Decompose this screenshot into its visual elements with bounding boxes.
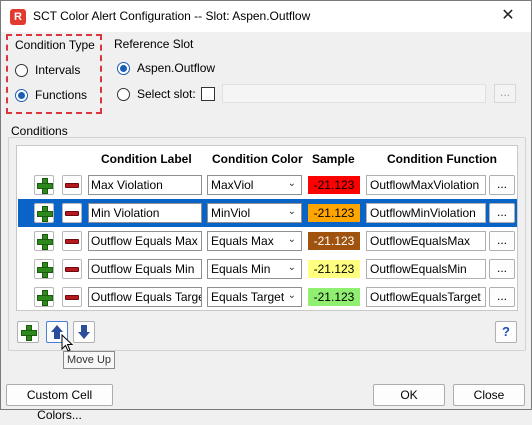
table-row[interactable]: Outflow Equals Max Equals Max ⌄ -21.123 O… [18, 227, 517, 255]
plus-icon [37, 178, 53, 194]
plus-icon [21, 325, 37, 341]
select-slot-browse-button[interactable]: ... [494, 84, 516, 103]
condition-color-select[interactable]: Equals Max ⌄ [207, 231, 302, 251]
condition-color-select[interactable]: MinViol ⌄ [207, 203, 302, 223]
minus-icon [65, 239, 79, 244]
plus-icon [37, 262, 53, 278]
radio-select-slot-label: Select slot: [137, 87, 196, 101]
condition-color-value: Equals Max [211, 234, 274, 248]
condition-color-select[interactable]: Equals Target ⌄ [207, 287, 302, 307]
condition-color-value: MinViol [211, 206, 251, 220]
table-row[interactable]: Outflow Equals Min Equals Min ⌄ -21.123 O… [18, 255, 517, 283]
chevron-down-icon: ⌄ [287, 206, 296, 217]
condition-function-field[interactable]: OutflowMaxViolation [366, 175, 486, 195]
add-condition-button[interactable] [17, 321, 39, 343]
radio-slot-aspen-circle[interactable] [117, 61, 130, 75]
close-button[interactable]: Close [453, 384, 525, 406]
title-bar: R SCT Color Alert Configuration -- Slot:… [1, 1, 531, 32]
function-browse-button[interactable]: ... [489, 287, 515, 307]
add-row-button[interactable] [34, 259, 54, 279]
condition-label-input[interactable]: Max Violation [88, 175, 202, 195]
sample-swatch: -21.123 [308, 204, 360, 222]
delete-row-button[interactable] [62, 203, 82, 223]
radio-functions-circle[interactable] [15, 88, 28, 102]
condition-label-input[interactable]: Outflow Equals Max [88, 231, 202, 251]
table-row[interactable]: Max Violation MaxViol ⌄ -21.123 OutflowMa… [18, 171, 517, 199]
plus-icon [37, 234, 53, 250]
radio-intervals-circle[interactable] [15, 63, 28, 77]
radio-slot-aspen-label: Aspen.Outflow [137, 61, 216, 75]
plus-icon [37, 290, 53, 306]
condition-label-input[interactable]: Outflow Equals Target [88, 287, 202, 307]
condition-color-select[interactable]: MaxViol ⌄ [207, 175, 302, 195]
plus-icon [37, 206, 53, 222]
minus-icon [65, 183, 79, 188]
condition-type-label: Condition Type [15, 38, 95, 52]
condition-color-value: MaxViol [211, 178, 254, 192]
delete-row-button[interactable] [62, 231, 82, 251]
radio-intervals[interactable]: Intervals [15, 63, 80, 77]
slot-chooser-box[interactable] [200, 87, 215, 101]
condition-function-field[interactable]: OutflowEqualsTarget [366, 287, 486, 307]
radio-intervals-label: Intervals [35, 63, 81, 77]
radio-select-slot-circle[interactable] [117, 87, 130, 101]
minus-icon [65, 267, 79, 272]
condition-function-field[interactable]: OutflowEqualsMax [366, 231, 486, 251]
add-row-button[interactable] [34, 287, 54, 307]
chevron-down-icon: ⌄ [287, 290, 296, 301]
add-row-button[interactable] [34, 203, 54, 223]
minus-icon [65, 211, 79, 216]
function-browse-button[interactable]: ... [489, 231, 515, 251]
sample-swatch: -21.123 [308, 176, 360, 194]
chevron-down-icon: ⌄ [287, 234, 296, 245]
dialog-window: R SCT Color Alert Configuration -- Slot:… [0, 0, 532, 422]
selected-slot-field[interactable] [222, 84, 486, 103]
app-icon: R [10, 9, 26, 25]
condition-color-value: Equals Target [211, 290, 285, 304]
delete-row-button[interactable] [62, 287, 82, 307]
arrow-down-icon [78, 325, 90, 339]
function-browse-button[interactable]: ... [489, 259, 515, 279]
col-header-sample: Sample [312, 152, 355, 166]
chevron-down-icon: ⌄ [287, 178, 296, 189]
radio-functions[interactable]: Functions [15, 88, 87, 102]
col-header-color: Condition Color [212, 152, 303, 166]
window-title: SCT Color Alert Configuration -- Slot: A… [33, 9, 311, 23]
condition-label-input[interactable]: Outflow Equals Min [88, 259, 202, 279]
col-header-label: Condition Label [101, 152, 192, 166]
condition-function-field[interactable]: OutflowMinViolation [366, 203, 486, 223]
radio-select-slot[interactable]: Select slot: [117, 87, 215, 101]
tooltip: Move Up [63, 351, 115, 369]
sample-swatch: -21.123 [308, 288, 360, 306]
move-down-button[interactable] [73, 321, 95, 343]
help-button[interactable]: ? [495, 321, 517, 343]
condition-label-input[interactable]: Min Violation [88, 203, 202, 223]
add-row-button[interactable] [34, 231, 54, 251]
chevron-down-icon: ⌄ [287, 262, 296, 273]
minus-icon [65, 295, 79, 300]
table-row-selected[interactable]: Min Violation MinViol ⌄ -21.123 OutflowMi… [18, 199, 517, 227]
condition-color-value: Equals Min [211, 262, 271, 276]
ok-button[interactable]: OK [373, 384, 445, 406]
radio-functions-label: Functions [35, 88, 88, 102]
condition-function-field[interactable]: OutflowEqualsMin [366, 259, 486, 279]
delete-row-button[interactable] [62, 259, 82, 279]
sample-swatch: -21.123 [308, 232, 360, 250]
function-browse-button[interactable]: ... [489, 203, 515, 223]
custom-cell-colors-button[interactable]: Custom Cell Colors... [6, 384, 113, 422]
sample-swatch: -21.123 [308, 260, 360, 278]
reference-slot-label: Reference Slot [114, 37, 194, 51]
conditions-label: Conditions [11, 124, 68, 138]
function-browse-button[interactable]: ... [489, 175, 515, 195]
radio-slot-aspen[interactable]: Aspen.Outflow [117, 61, 215, 75]
delete-row-button[interactable] [62, 175, 82, 195]
window-close-button[interactable]: ✕ [491, 2, 525, 30]
col-header-function: Condition Function [387, 152, 497, 166]
table-row[interactable]: Outflow Equals Target Equals Target ⌄ -21… [18, 283, 517, 311]
add-row-button[interactable] [34, 175, 54, 195]
conditions-table: Condition Label Condition Color Sample C… [16, 145, 518, 311]
condition-color-select[interactable]: Equals Min ⌄ [207, 259, 302, 279]
